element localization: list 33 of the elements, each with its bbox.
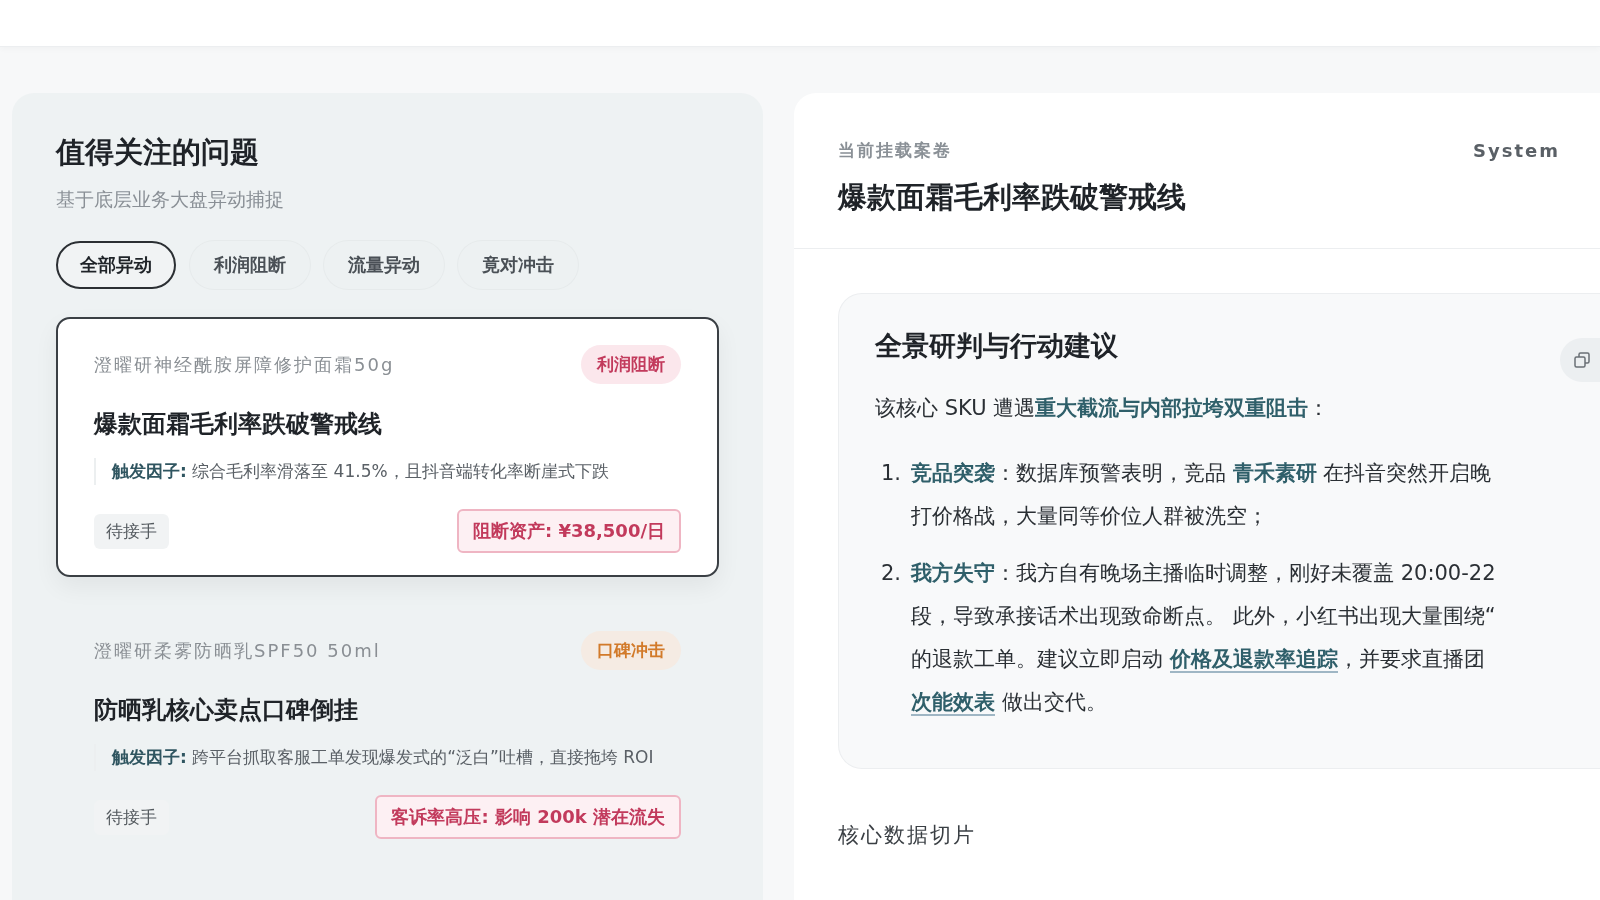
- text-link[interactable]: 次能效表: [911, 690, 995, 717]
- analysis-title: 全景研判与行动建议: [875, 329, 1118, 363]
- case-label: 当前挂载案卷: [838, 139, 952, 162]
- category-tag: 口碑冲击: [581, 631, 681, 671]
- section-title: 核心数据切片: [838, 822, 977, 850]
- copy-button[interactable]: [1560, 338, 1600, 382]
- category-tag: 利润阻断: [581, 345, 681, 384]
- trigger-text: 触发因子: 综合毛利率滑落至 41.5%，且抖音端转化率断崖式下跌: [94, 458, 681, 486]
- filter-tab[interactable]: 流量异动: [324, 241, 444, 289]
- filter-tab[interactable]: 竟对冲击: [458, 241, 578, 289]
- trigger-text: 触发因子: 跨平台抓取客服工单发现爆发式的“泛白”吐槽，直接拖垮 ROI: [94, 744, 681, 772]
- panel-subtitle: 基于底层业务大盘异动捕捉: [56, 187, 285, 212]
- system-label: System: [1473, 140, 1560, 161]
- filter-tab[interactable]: 利润阻断: [190, 241, 310, 289]
- product-name: 澄曜研神经酰胺屏障修护面霜50g: [94, 352, 395, 377]
- issue-card[interactable]: 澄曜研神经酰胺屏障修护面霜50g 利润阻断 爆款面霜毛利率跌破警戒线 触发因子: 综合毛利率滑落至 41.5%，且抖音端转化率断崖式下跌 待接手 阻断资产: ¥38,500/日: [56, 317, 719, 578]
- status-label: 待接手: [94, 513, 169, 549]
- product-name: 澄曜研柔雾防晒乳SPF50 50ml: [94, 638, 381, 663]
- issue-title: 爆款面霜毛利率跌破警戒线: [94, 409, 383, 440]
- impact-label: 客诉率高压: 影响 200k 潜在流失: [375, 795, 681, 840]
- text-link[interactable]: 价格及退款率追踪: [1169, 647, 1338, 674]
- panel-title: 值得关注的问题: [56, 134, 260, 171]
- list-number: 1.: [879, 460, 901, 487]
- list-number: 2.: [879, 560, 901, 588]
- copy-icon: [1574, 352, 1590, 368]
- case-title: 爆款面霜毛利率跌破警戒线: [838, 179, 1187, 216]
- filter-tab[interactable]: 全部异动: [56, 241, 176, 289]
- impact-label: 阻断资产: ¥38,500/日: [456, 509, 681, 554]
- summary-text: 该核心 SKU 遭遇重大截流与内部拉垮双重阻击：: [875, 395, 1331, 422]
- issue-card[interactable]: 澄曜研柔雾防晒乳SPF50 50ml 口碑冲击 防晒乳核心卖点口碑倒挂 触发因子: 跨平台抓取客服工单发现爆发式的“泛白”吐槽，直接拖垮 ROI 待接手 客诉率高压: 影响 200k 潜在流失: [56, 603, 719, 864]
- list-item-text: 竞品突袭：数据库预警表明，竞品 青禾素研 在抖音突然开启晚 打价格战，大量同等价位人群被洗空；: [911, 460, 1492, 531]
- list-item-text: 我方失守：我方自有晚场主播临时调整，刚好未覆盖 20:00-22 段，导致承接话术出现致命断点。 此外，小红书出现大量围绕“ 的退款工单。建议立即启动 价格及退款率追踪，并要求直播团 次能效表 做出交代。: [911, 560, 1496, 719]
- issue-title: 防晒乳核心卖点口碑倒挂: [94, 695, 359, 727]
